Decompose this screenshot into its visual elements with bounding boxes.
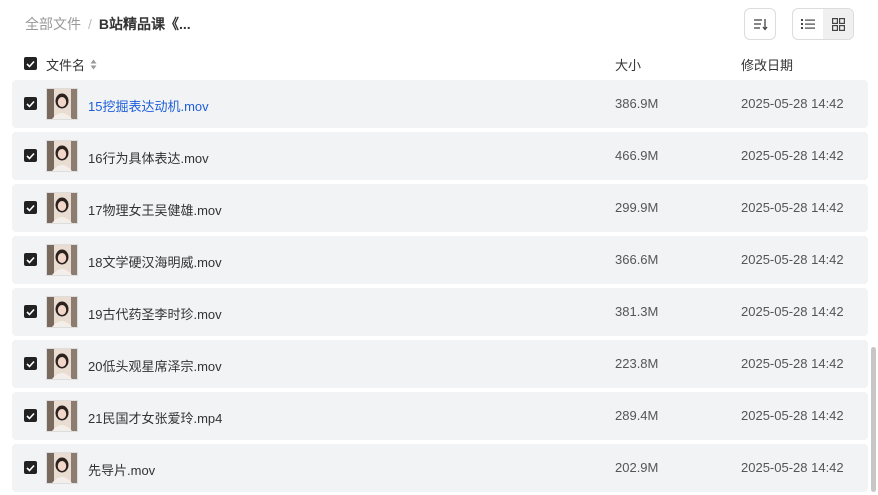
file-modified-date: 2025-05-28 14:42	[741, 96, 844, 111]
file-checkbox[interactable]	[24, 357, 37, 370]
file-list: 15挖掘表达动机.mov 386.9M 2025-05-28 14:42 16行…	[12, 80, 868, 495]
file-modified-date: 2025-05-28 14:42	[741, 252, 844, 267]
check-icon	[26, 152, 35, 160]
file-size: 366.6M	[615, 252, 659, 267]
file-size: 381.3M	[615, 304, 659, 319]
file-name[interactable]: 17物理女王吴健雄.mov	[88, 200, 222, 219]
file-modified-date: 2025-05-28 14:42	[741, 356, 844, 371]
file-size: 299.9M	[615, 200, 659, 215]
video-thumbnail[interactable]	[46, 88, 78, 120]
video-thumbnail[interactable]	[46, 244, 78, 276]
file-checkbox[interactable]	[24, 97, 37, 110]
file-size: 223.8M	[615, 356, 659, 371]
file-row[interactable]: 21民国才女张爱玲.mp4 289.4M 2025-05-28 14:42	[12, 392, 868, 440]
breadcrumb: 全部文件 / B站精品课《...	[25, 15, 191, 33]
file-modified-date: 2025-05-28 14:42	[741, 148, 844, 163]
video-thumbnail[interactable]	[46, 400, 78, 432]
file-name[interactable]: 19古代药圣李时珍.mov	[88, 304, 222, 323]
file-checkbox[interactable]	[24, 461, 37, 474]
person-thumbnail-icon	[47, 453, 77, 483]
list-view-button[interactable]	[793, 9, 823, 39]
file-checkbox[interactable]	[24, 409, 37, 422]
file-size: 202.9M	[615, 460, 659, 475]
video-thumbnail[interactable]	[46, 192, 78, 224]
file-row[interactable]: 16行为具体表达.mov 466.9M 2025-05-28 14:42	[12, 132, 868, 180]
check-icon	[26, 412, 35, 420]
file-name[interactable]: 20低头观星席泽宗.mov	[88, 356, 222, 375]
breadcrumb-separator: /	[88, 16, 92, 32]
file-row[interactable]: 19古代药圣李时珍.mov 381.3M 2025-05-28 14:42	[12, 288, 868, 336]
sort-button[interactable]	[744, 8, 776, 40]
video-thumbnail[interactable]	[46, 348, 78, 380]
file-modified-date: 2025-05-28 14:42	[741, 460, 844, 475]
breadcrumb-current: B站精品课《...	[98, 16, 191, 32]
file-name[interactable]: 16行为具体表达.mov	[88, 148, 209, 167]
file-name[interactable]: 18文学硬汉海明威.mov	[88, 252, 222, 271]
person-thumbnail-icon	[47, 89, 77, 119]
person-thumbnail-icon	[47, 401, 77, 431]
grid-view-icon	[831, 17, 845, 31]
view-toggle	[792, 8, 854, 40]
check-icon	[26, 256, 35, 264]
file-size: 386.9M	[615, 96, 659, 111]
file-checkbox[interactable]	[24, 149, 37, 162]
column-header-name[interactable]: 文件名	[46, 55, 97, 74]
column-header-name-label: 文件名	[46, 58, 86, 73]
file-size: 289.4M	[615, 408, 659, 423]
file-checkbox[interactable]	[24, 253, 37, 266]
file-row[interactable]: 18文学硬汉海明威.mov 366.6M 2025-05-28 14:42	[12, 236, 868, 284]
column-header-modified[interactable]: 修改日期	[741, 55, 793, 74]
file-checkbox[interactable]	[24, 305, 37, 318]
check-icon	[26, 464, 35, 472]
check-icon	[26, 100, 35, 108]
grid-view-button[interactable]	[823, 9, 853, 39]
column-header-size[interactable]: 大小	[615, 55, 641, 74]
person-thumbnail-icon	[47, 297, 77, 327]
file-name[interactable]: 先导片.mov	[88, 460, 155, 479]
person-thumbnail-icon	[47, 349, 77, 379]
video-thumbnail[interactable]	[46, 452, 78, 484]
person-thumbnail-icon	[47, 193, 77, 223]
file-row[interactable]: 20低头观星席泽宗.mov 223.8M 2025-05-28 14:42	[12, 340, 868, 388]
check-icon	[26, 204, 35, 212]
file-row[interactable]: 先导片.mov 202.9M 2025-05-28 14:42	[12, 444, 868, 492]
list-header: 文件名 大小 修改日期	[12, 52, 868, 76]
person-thumbnail-icon	[47, 245, 77, 275]
video-thumbnail[interactable]	[46, 296, 78, 328]
sort-toggle-icon	[90, 59, 97, 70]
breadcrumb-root-link[interactable]: 全部文件	[25, 14, 81, 34]
file-size: 466.9M	[615, 148, 659, 163]
file-checkbox[interactable]	[24, 201, 37, 214]
file-name[interactable]: 15挖掘表达动机.mov	[88, 96, 209, 115]
list-view-icon	[801, 19, 815, 29]
file-name[interactable]: 21民国才女张爱玲.mp4	[88, 408, 222, 427]
person-thumbnail-icon	[47, 141, 77, 171]
file-modified-date: 2025-05-28 14:42	[741, 304, 844, 319]
file-row[interactable]: 15挖掘表达动机.mov 386.9M 2025-05-28 14:42	[12, 80, 868, 128]
check-icon	[26, 360, 35, 368]
select-all-checkbox[interactable]	[24, 57, 37, 70]
sort-order-icon	[754, 19, 768, 31]
file-modified-date: 2025-05-28 14:42	[741, 200, 844, 215]
check-icon	[26, 308, 35, 316]
check-icon	[26, 60, 35, 68]
video-thumbnail[interactable]	[46, 140, 78, 172]
file-modified-date: 2025-05-28 14:42	[741, 408, 844, 423]
scrollbar-thumb[interactable]	[871, 347, 876, 492]
file-row[interactable]: 17物理女王吴健雄.mov 299.9M 2025-05-28 14:42	[12, 184, 868, 232]
